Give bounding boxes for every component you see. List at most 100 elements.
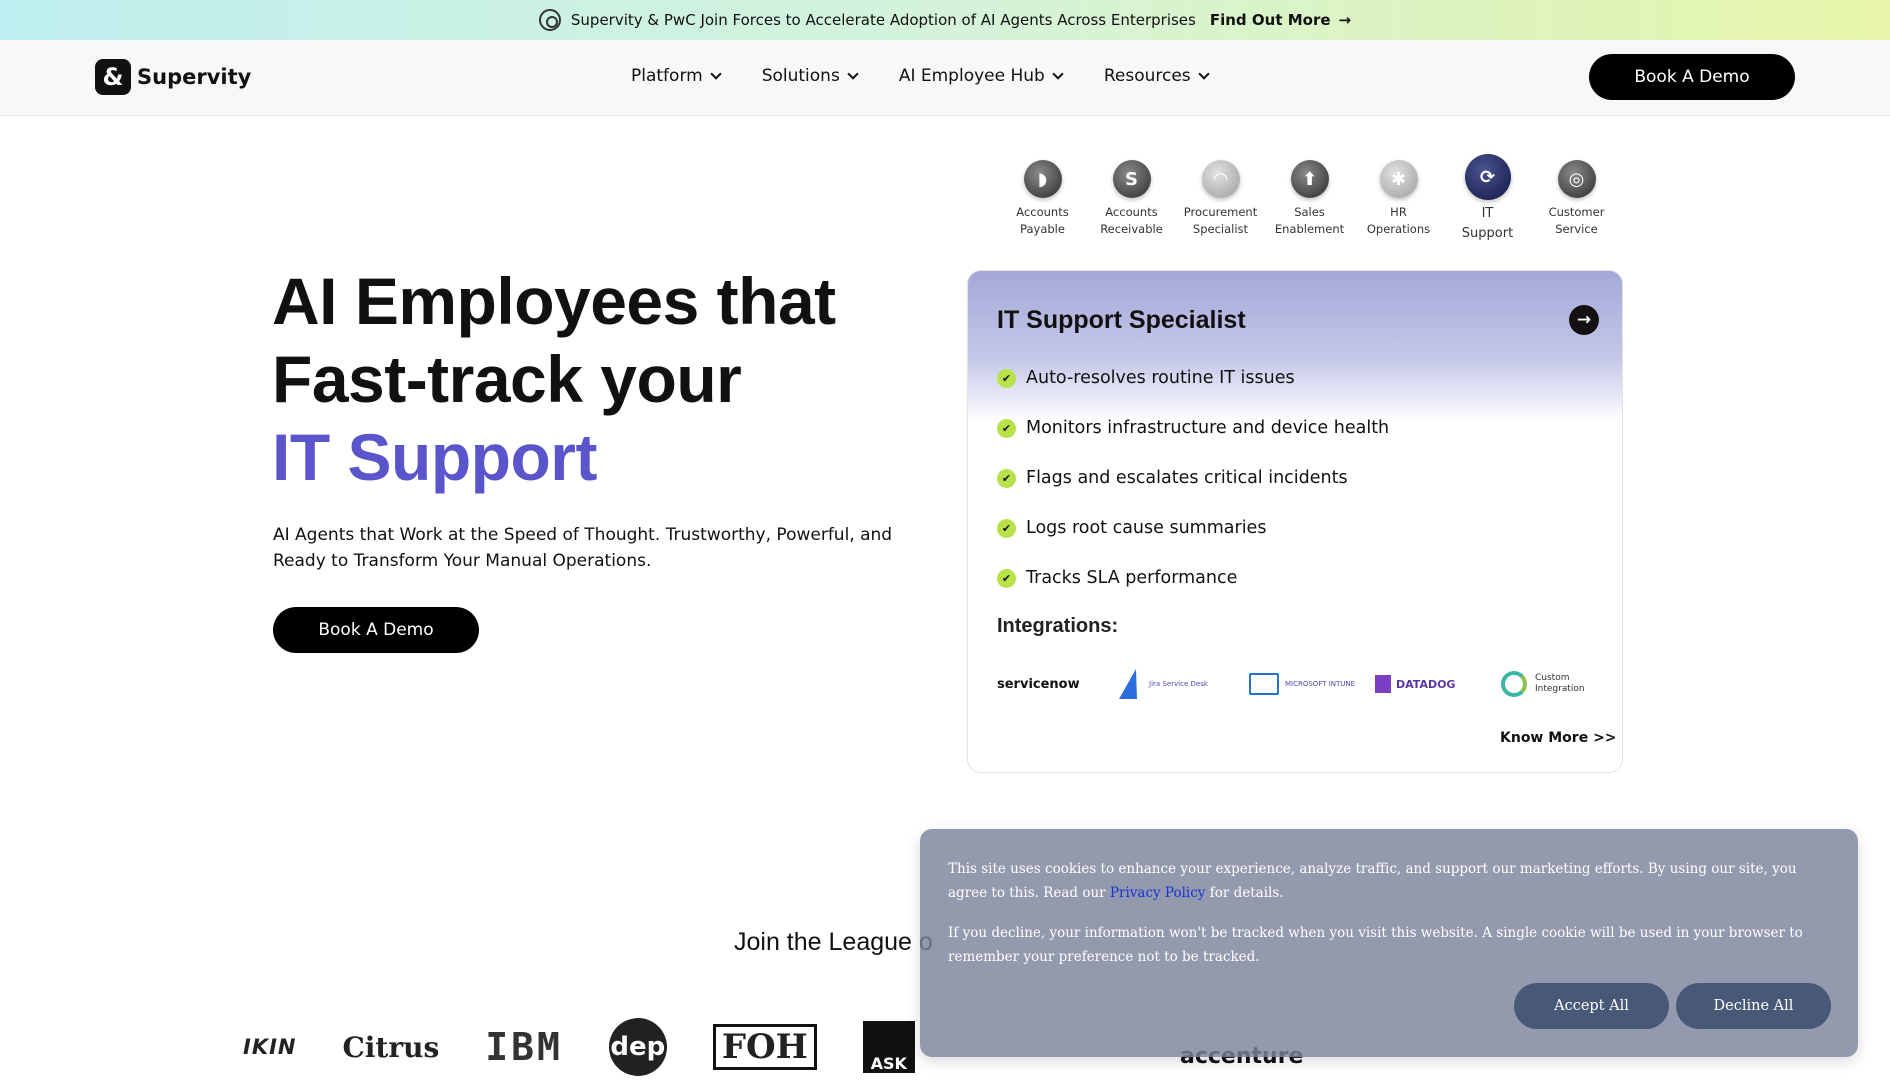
- integrations-title: Integrations:: [997, 615, 1119, 637]
- top-nav: & Supervity Platform Solutions AI Employ…: [0, 40, 1890, 116]
- it-support-icon: ⟳: [1464, 154, 1511, 200]
- tab-label: Sales Enablement: [1275, 204, 1344, 238]
- logo[interactable]: & Supervity: [95, 59, 251, 95]
- list-item: ✔ Auto-resolves routine IT issues: [997, 353, 1389, 403]
- feature-text: Auto-resolves routine IT issues: [1026, 368, 1295, 388]
- citrus-logo: Citrus: [342, 1030, 440, 1064]
- check-icon: ✔: [997, 518, 1016, 538]
- gear-icon: [538, 9, 561, 31]
- intune-logo: MICROSOFT INTUNE: [1249, 664, 1375, 704]
- announcement-bar: Supervity & PwC Join Forces to Accelerat…: [0, 0, 1890, 40]
- accept-all-button[interactable]: Accept All: [1514, 983, 1669, 1029]
- cookie-text-end: for details.: [1209, 885, 1284, 901]
- jira-text: Jira Service Desk: [1149, 680, 1208, 688]
- list-item: ✔ Monitors infrastructure and device heal…: [997, 403, 1389, 453]
- arrow-right-icon[interactable]: →: [1339, 11, 1352, 29]
- hero-subtitle: AI Agents that Work at the Speed of Thou…: [273, 525, 893, 571]
- privacy-policy-link[interactable]: Privacy Policy: [1110, 885, 1206, 901]
- tab-label-line1: Procurement: [1183, 205, 1258, 219]
- announcement-text: Supervity & PwC Join Forces to Accelerat…: [570, 11, 1196, 29]
- customer-service-icon: ◎: [1557, 160, 1596, 198]
- tab-label-line1: HR: [1390, 205, 1407, 219]
- custom-line2: Integration: [1535, 684, 1585, 694]
- tab-label-line2: Receivable: [1100, 222, 1163, 236]
- tab-sales-enablement[interactable]: ⬆ Sales Enablement: [1265, 160, 1354, 244]
- specialist-card: IT Support Specialist → ✔ Auto-resolves r…: [967, 270, 1623, 773]
- hero-book-demo-button[interactable]: Book A Demo: [273, 607, 479, 653]
- hero-title-line2: Fast-track your: [272, 342, 742, 416]
- chevron-down-icon: [710, 67, 722, 80]
- datadog-icon: [1375, 675, 1391, 693]
- menu-resources[interactable]: Resources: [1103, 66, 1210, 86]
- chevron-down-icon: [847, 67, 859, 80]
- cookie-text-main: This site uses cookies to enhance your e…: [948, 861, 1797, 901]
- tab-it-support[interactable]: ⟳ IT Support: [1443, 154, 1532, 244]
- accounts-payable-icon: ◗: [1023, 160, 1062, 198]
- client-logos: IKIN Citrus IBM dep FOH ASK: [243, 1018, 961, 1076]
- menu-solutions[interactable]: Solutions: [761, 66, 859, 86]
- arrow-right-icon[interactable]: →: [1569, 305, 1599, 335]
- jira-logo: Jira Service Desk: [1118, 664, 1249, 704]
- tab-label-line1: Accounts: [1016, 205, 1069, 219]
- tab-label-line2: Operations: [1366, 222, 1431, 236]
- tab-label-line1: Accounts: [1105, 205, 1158, 219]
- cookie-text-1: This site uses cookies to enhance your e…: [948, 857, 1838, 905]
- monitor-icon: [1249, 673, 1279, 695]
- tab-customer-service[interactable]: ◎ Customer Service: [1532, 160, 1621, 244]
- list-item: ✔ Logs root cause summaries: [997, 503, 1389, 553]
- know-more-link[interactable]: Know More >>: [1500, 730, 1617, 746]
- servicenow-text: servicenow: [997, 676, 1080, 692]
- menu-label: Platform: [631, 66, 703, 86]
- cookie-banner: This site uses cookies to enhance your e…: [920, 829, 1858, 1057]
- main-menu: Platform Solutions AI Employee Hub Resou…: [631, 66, 1250, 86]
- procurement-icon: ◠: [1201, 160, 1240, 198]
- chevron-down-icon: [1197, 67, 1210, 80]
- menu-label: AI Employee Hub: [898, 66, 1045, 86]
- cookie-text-2: If you decline, your information won't b…: [948, 925, 1803, 965]
- menu-label: Resources: [1103, 66, 1191, 86]
- tab-label-line2: Specialist: [1192, 222, 1249, 236]
- hero-title-line1: AI Employees that: [272, 264, 836, 338]
- ikin-logo: IKIN: [243, 1035, 297, 1059]
- tab-label-line1: Customer: [1548, 205, 1605, 219]
- integrations-row: servicenow Jira Service Desk MICROSOFT I…: [997, 664, 1622, 704]
- datadog-logo: DATADOG: [1375, 664, 1501, 704]
- custom-line1: Custom: [1535, 673, 1570, 683]
- check-icon: ✔: [997, 468, 1016, 488]
- feature-text: Logs root cause summaries: [1026, 518, 1267, 538]
- tab-procurement-specialist[interactable]: ◠ Procurement Specialist: [1176, 160, 1265, 244]
- tab-label-line1: IT: [1481, 206, 1494, 221]
- tab-label-line2: Support: [1461, 226, 1514, 241]
- tab-label: Accounts Receivable: [1100, 204, 1163, 238]
- decline-all-button[interactable]: Decline All: [1676, 983, 1831, 1029]
- ask-logo: ASK: [862, 1021, 915, 1073]
- tab-label: Accounts Payable: [1016, 204, 1068, 238]
- custom-integration-text: Custom Integration: [1535, 673, 1585, 695]
- menu-label: Solutions: [761, 66, 840, 86]
- tab-accounts-payable[interactable]: ◗ Accounts Payable: [998, 160, 1087, 244]
- jira-bolt-icon: [1118, 669, 1146, 699]
- tab-label: HR Operations: [1367, 204, 1430, 238]
- menu-platform[interactable]: Platform: [631, 66, 722, 86]
- dep-logo: dep: [608, 1018, 667, 1076]
- tab-label: IT Support: [1462, 204, 1513, 244]
- tab-label-line2: Service: [1555, 222, 1598, 236]
- tab-label: Procurement Specialist: [1184, 204, 1257, 238]
- menu-ai-employee-hub[interactable]: AI Employee Hub: [898, 66, 1064, 86]
- hero-title: AI Employees that Fast-track your IT Sup…: [272, 262, 836, 496]
- tab-accounts-receivable[interactable]: S Accounts Receivable: [1087, 160, 1176, 244]
- servicenow-logo: servicenow: [997, 664, 1123, 704]
- logo-icon: &: [95, 59, 131, 95]
- ibm-logo: IBM: [485, 1025, 563, 1069]
- find-out-more-link[interactable]: Find Out More: [1210, 11, 1331, 29]
- intune-text: MICROSOFT INTUNE: [1285, 680, 1356, 688]
- foh-logo: FOH: [712, 1024, 817, 1070]
- sales-enablement-icon: ⬆: [1290, 160, 1329, 198]
- check-icon: ✔: [997, 368, 1016, 388]
- book-demo-button[interactable]: Book A Demo: [1589, 54, 1795, 100]
- tab-label-line2: Payable: [1020, 222, 1065, 236]
- tab-hr-operations[interactable]: ✱ HR Operations: [1354, 160, 1443, 244]
- feature-text: Tracks SLA performance: [1026, 568, 1238, 588]
- feature-text: Monitors infrastructure and device healt…: [1026, 418, 1390, 438]
- integration-ring-icon: [1501, 671, 1527, 697]
